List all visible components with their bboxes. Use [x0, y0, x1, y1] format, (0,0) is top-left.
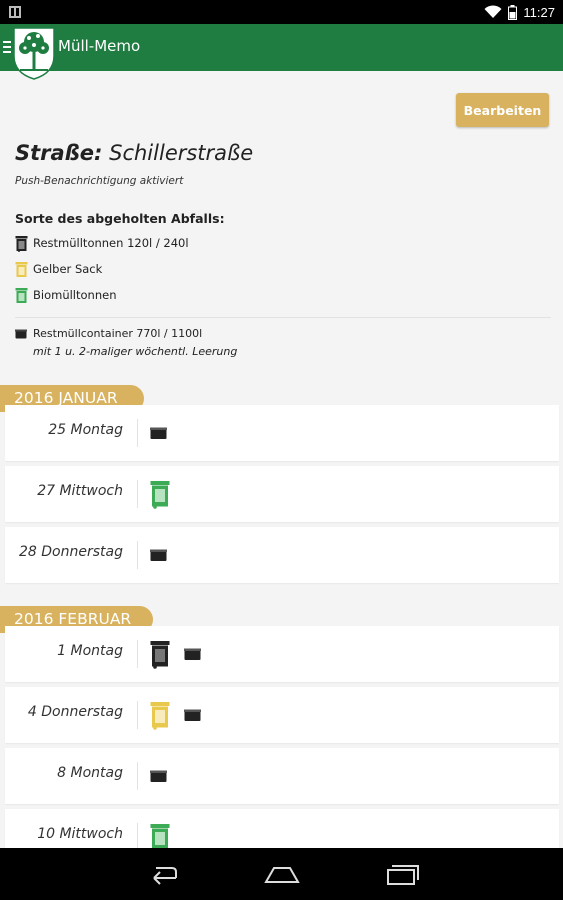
divider: [137, 480, 138, 508]
green-bin-icon: [150, 480, 170, 509]
container-note: Restmüllcontainer 770l / 1100l mit 1 u. …: [15, 327, 237, 358]
green-bin-icon: [150, 823, 170, 848]
street-label: Straße:: [15, 141, 103, 165]
wifi-icon: [484, 5, 502, 18]
status-bar: 11:27: [0, 0, 563, 24]
day-label: 1 Montag: [57, 643, 123, 659]
divider: [137, 701, 138, 729]
status-time: 11:27: [523, 4, 555, 20]
container-icon: [15, 329, 27, 338]
day-label: 8 Montag: [57, 765, 123, 781]
recent-apps-icon[interactable]: [382, 862, 422, 886]
divider: [137, 541, 138, 569]
green-bin-icon: [15, 287, 28, 303]
battery-icon: [508, 4, 518, 20]
notification-icon: [9, 6, 21, 18]
status-icons: 11:27: [484, 3, 555, 21]
container-icon: [150, 770, 167, 782]
system-navigation-bar: [0, 848, 563, 900]
container-icon: [184, 709, 201, 721]
pickup-icons: [150, 527, 167, 583]
day-label: 27 Mittwoch: [37, 483, 123, 499]
waste-type-black-bin: Restmülltonnen 120l / 240l: [15, 233, 189, 253]
divider: [137, 640, 138, 668]
street-heading: Straße: Schillerstraße: [15, 141, 253, 165]
hamburger-icon[interactable]: [3, 40, 11, 54]
day-label: 10 Mittwoch: [37, 826, 123, 842]
container-icon: [184, 648, 201, 660]
waste-type-label: Restmülltonnen 120l / 240l: [33, 236, 189, 250]
edit-button[interactable]: Bearbeiten: [456, 93, 549, 127]
day-card[interactable]: 8 Montag: [5, 748, 559, 804]
waste-type-label: Biomülltonnen: [33, 288, 117, 302]
pickup-icons: [150, 809, 170, 848]
app-bar: Müll-Memo: [0, 24, 563, 80]
pickup-icons: [150, 466, 170, 522]
waste-type-label: Gelber Sack: [33, 262, 103, 276]
waste-type-green-bin: Biomülltonnen: [15, 285, 117, 305]
day-card[interactable]: 4 Donnerstag: [5, 687, 559, 743]
push-notification-status: Push-Benachrichtigung aktiviert: [15, 175, 184, 187]
day-card[interactable]: 27 Mittwoch: [5, 466, 559, 522]
container-note-line2: mit 1 u. 2-maliger wöchentl. Leerung: [33, 345, 238, 358]
day-label: 28 Donnerstag: [19, 544, 123, 560]
divider: [137, 762, 138, 790]
day-card[interactable]: 10 Mittwoch: [5, 809, 559, 848]
container-icon: [150, 427, 167, 439]
waste-types-heading: Sorte des abgeholten Abfalls:: [15, 211, 225, 226]
day-card[interactable]: 25 Montag: [5, 405, 559, 461]
black-bin-icon: [150, 640, 170, 669]
yellow-bin-icon: [15, 261, 28, 277]
main-content: Bearbeiten Straße: Schillerstraße Push-B…: [0, 71, 563, 848]
black-bin-icon: [15, 235, 28, 252]
day-label: 25 Montag: [48, 422, 123, 438]
waste-type-yellow-bin: Gelber Sack: [15, 259, 102, 279]
divider: [15, 317, 551, 318]
divider: [137, 419, 138, 447]
day-label: 4 Donnerstag: [27, 704, 123, 720]
divider: [137, 823, 138, 848]
container-note-line1: Restmüllcontainer 770l / 1100l: [33, 327, 203, 340]
day-card[interactable]: 1 Montag: [5, 626, 559, 682]
street-name: Schillerstraße: [109, 141, 254, 165]
yellow-bin-icon: [150, 701, 170, 730]
pickup-icons: [150, 748, 167, 804]
back-icon[interactable]: [142, 862, 182, 886]
container-icon: [150, 549, 167, 561]
day-card[interactable]: 28 Donnerstag: [5, 527, 559, 583]
app-title: Müll-Memo: [58, 37, 141, 55]
pickup-icons: [150, 687, 201, 743]
home-icon[interactable]: [262, 862, 302, 886]
pickup-icons: [150, 626, 201, 682]
pickup-icons: [150, 405, 167, 461]
